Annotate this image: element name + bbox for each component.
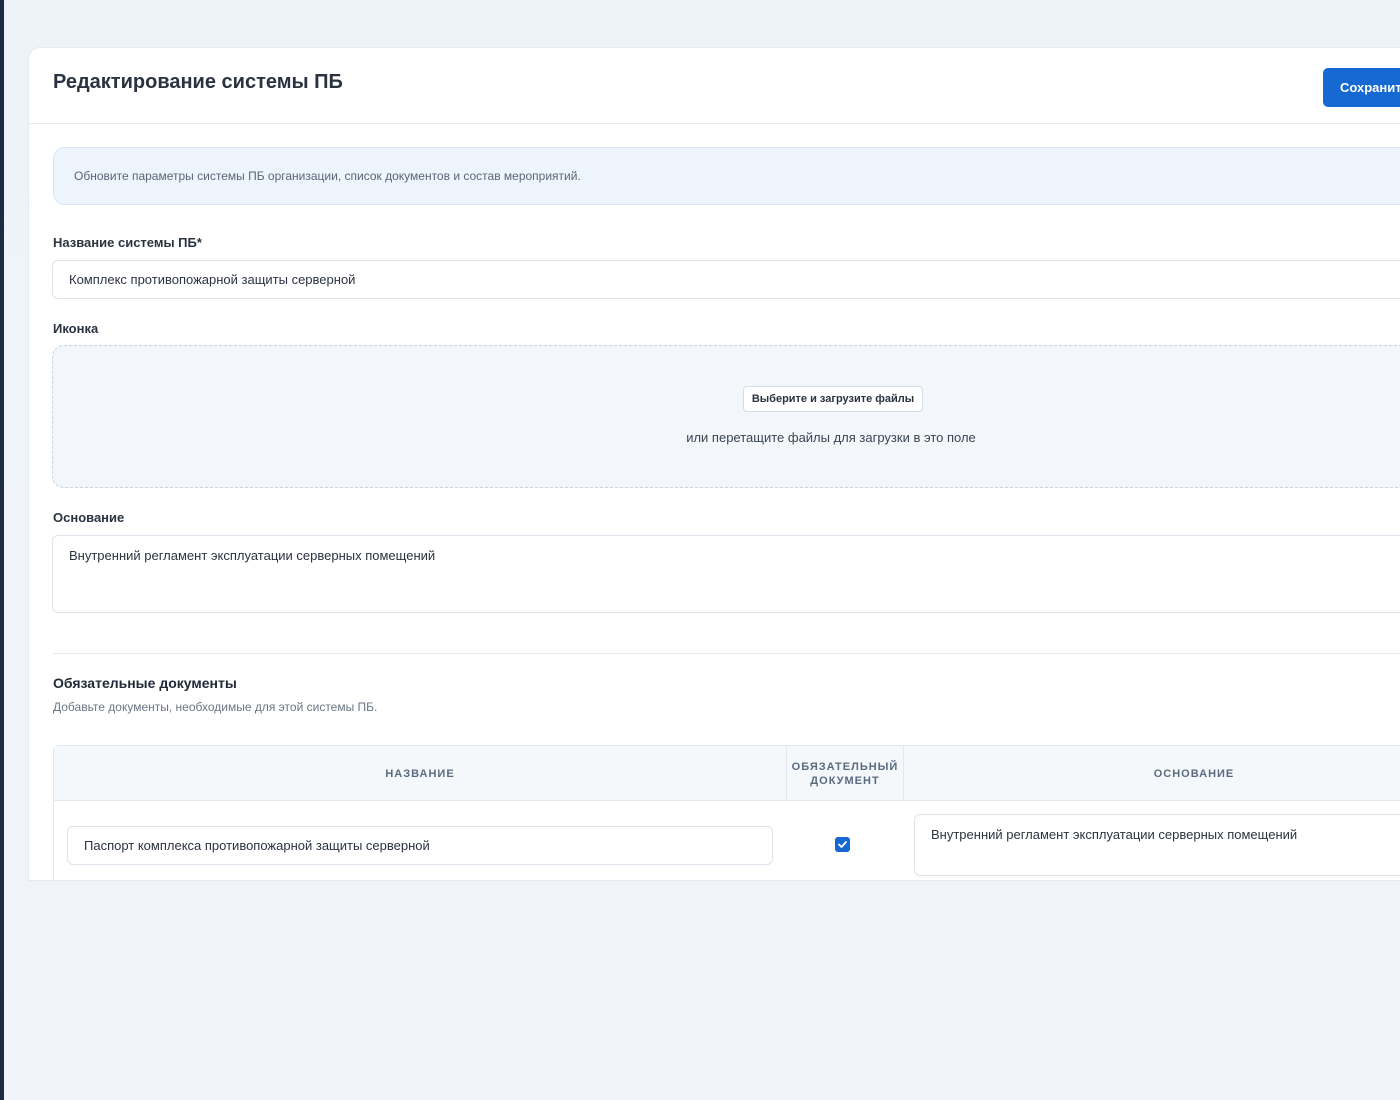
info-text: Обновите параметры системы ПБ организаци… <box>74 169 581 183</box>
document-basis-textarea[interactable]: Внутренний регламент эксплуатации сервер… <box>914 814 1400 876</box>
checkmark-icon <box>838 841 847 848</box>
documents-table: НАЗВАНИЕ ОБЯЗАТЕЛЬНЫЙ ДОКУМЕНТ ОСНОВАНИЕ… <box>53 745 1400 880</box>
system-name-input[interactable] <box>52 260 1400 299</box>
drop-hint: или перетащите файлы для загрузки в это … <box>686 430 976 445</box>
documents-section-subtitle: Добавьте документы, необходимые для этой… <box>53 700 378 714</box>
document-name-input[interactable] <box>67 826 773 865</box>
window-edge <box>0 0 4 1100</box>
basis-textarea[interactable]: Внутренний регламент эксплуатации сервер… <box>52 535 1400 613</box>
basis-label: Основание <box>53 510 125 525</box>
column-header-required: ОБЯЗАТЕЛЬНЫЙ ДОКУМЕНТ <box>791 760 899 787</box>
panel-header: Редактирование системы ПБ Сохранить <box>29 48 1400 124</box>
edit-panel: Редактирование системы ПБ Сохранить Обно… <box>28 47 1400 881</box>
icon-label: Иконка <box>53 321 99 336</box>
column-header-basis: ОСНОВАНИЕ <box>1153 767 1235 780</box>
section-divider <box>53 653 1400 654</box>
info-box: Обновите параметры системы ПБ организаци… <box>53 147 1400 205</box>
required-checkbox[interactable] <box>835 837 850 852</box>
upload-files-button[interactable]: Выберите и загрузите файлы <box>743 386 923 412</box>
table-header: НАЗВАНИЕ ОБЯЗАТЕЛЬНЫЙ ДОКУМЕНТ ОСНОВАНИЕ <box>54 746 1400 801</box>
page-title: Редактирование системы ПБ <box>53 71 343 93</box>
column-header-name: НАЗВАНИЕ <box>385 767 455 780</box>
name-label: Название системы ПБ* <box>53 235 202 250</box>
save-button[interactable]: Сохранить <box>1323 68 1400 107</box>
icon-dropzone[interactable]: Выберите и загрузите файлы или перетащит… <box>52 345 1400 488</box>
documents-section-title: Обязательные документы <box>53 675 237 691</box>
